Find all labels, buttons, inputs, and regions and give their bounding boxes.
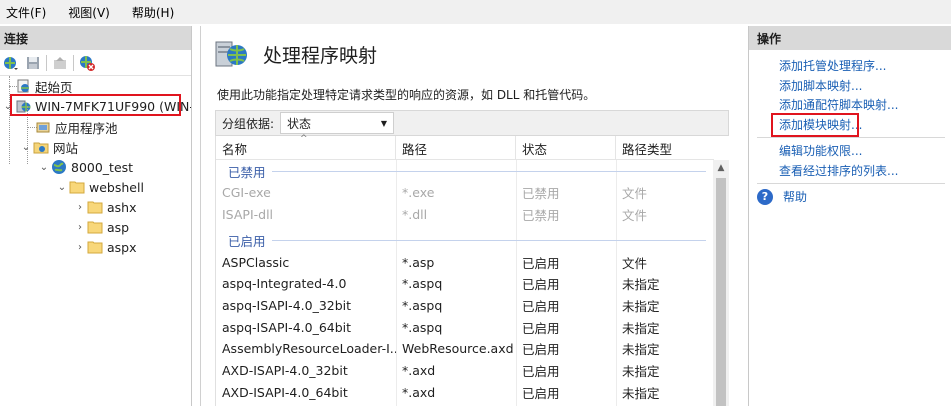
globe-icon — [50, 159, 68, 175]
page-title: 处理程序映射 — [263, 44, 378, 67]
scroll-up-icon[interactable]: ▲ — [713, 160, 729, 176]
content-pane: 处理程序映射 使用此功能指定处理特定请求类型的响应的资源，如 DLL 和托管代码… — [200, 26, 738, 406]
table-row[interactable]: AXD-ISAPI-4.0_64bit *.axd 已启用 未指定 — [216, 382, 714, 404]
chevron-down-icon[interactable]: ⌄ — [38, 162, 50, 173]
folder-icon — [86, 219, 104, 235]
group-header-disabled[interactable]: 已禁用 — [216, 160, 714, 182]
table-body: 已禁用 CGI-exe *.exe 已禁用 文件 ISAPI-dll *.dll… — [216, 160, 714, 403]
connections-toolbar — [0, 50, 191, 76]
group-by-label: 分组依据: — [222, 116, 275, 131]
actions-divider — [757, 137, 945, 138]
add-module-mapping-link[interactable]: 添加模块映射... — [749, 112, 951, 137]
edit-feature-permissions-link[interactable]: 编辑功能权限... — [749, 141, 951, 161]
start-page-icon — [14, 78, 32, 94]
table-header: 名称 ^ 路径 状态 路径类型 — [216, 134, 714, 160]
add-wildcard-script-map-link[interactable]: 添加通配符脚本映射... — [749, 95, 951, 115]
table-row[interactable]: aspq-Integrated-4.0 *.aspq 已启用 未指定 — [216, 273, 714, 295]
save-icon[interactable] — [24, 54, 42, 72]
actions-divider — [757, 183, 945, 184]
help-link[interactable]: ? 帮助 — [749, 187, 951, 207]
chevron-down-icon[interactable]: ⌄ — [56, 182, 68, 193]
group-divider — [271, 170, 706, 172]
folder-icon — [68, 179, 86, 195]
connect-icon[interactable] — [2, 54, 20, 72]
tree-item-site[interactable]: ⌄ 8000_test — [38, 157, 133, 177]
page-description: 使用此功能指定处理特定请求类型的响应的资源，如 DLL 和托管代码。 — [217, 88, 596, 102]
sort-ascending-icon: ^ — [300, 134, 308, 144]
chevron-down-icon[interactable]: ⌄ — [2, 101, 14, 112]
app-pool-icon — [34, 119, 52, 135]
actions-pane: 操作 添加托管处理程序... 添加脚本映射... 添加通配符脚本映射... 添加… — [748, 26, 951, 406]
sites-folder-icon — [32, 139, 50, 155]
folder-icon — [86, 199, 104, 215]
tree-label: asp — [107, 219, 130, 235]
menu-view[interactable]: 视图(V) — [68, 4, 110, 21]
tree-item-webshell[interactable]: ⌄ webshell — [56, 177, 144, 197]
menu-file[interactable]: 文件(F) — [6, 4, 46, 21]
tree-label: aspx — [107, 239, 137, 255]
chevron-right-icon[interactable]: › — [74, 242, 86, 253]
table-row[interactable]: AXD-ISAPI-4.0_32bit *.axd 已启用 未指定 — [216, 360, 714, 382]
group-by-select[interactable]: 状态 ▼ — [280, 112, 395, 134]
tree-label: ashx — [107, 199, 137, 215]
add-script-map-link[interactable]: 添加脚本映射... — [749, 76, 951, 96]
add-managed-handler-link[interactable]: 添加托管处理程序... — [749, 56, 951, 76]
actions-header: 操作 — [749, 26, 951, 50]
page-header: 处理程序映射 — [213, 38, 377, 70]
dropdown-arrow-icon: ▼ — [380, 118, 388, 128]
column-header-path[interactable]: 路径 — [396, 136, 516, 160]
folder-icon — [86, 239, 104, 255]
tree-item-aspx[interactable]: › aspx — [74, 237, 137, 257]
tree-label: webshell — [89, 179, 144, 195]
tree-item-ashx[interactable]: › ashx — [74, 197, 137, 217]
tree-item-start-page[interactable]: 起始页 — [14, 76, 73, 96]
up-level-icon[interactable] — [51, 54, 69, 72]
chevron-right-icon[interactable]: › — [74, 222, 86, 233]
view-ordered-list-link[interactable]: 查看经过排序的列表... — [749, 161, 951, 181]
actions-list: 添加托管处理程序... 添加脚本映射... 添加通配符脚本映射... 添加模块映… — [749, 50, 951, 207]
tree-label: 起始页 — [35, 79, 73, 95]
table-row[interactable]: aspq-ISAPI-4.0_32bit *.aspq 已启用 未指定 — [216, 295, 714, 317]
tree-guide — [9, 76, 10, 164]
toolbar-separator — [73, 54, 74, 71]
table-row[interactable]: aspq-ISAPI-4.0_64bit *.aspq 已启用 未指定 — [216, 316, 714, 338]
tree-item-server[interactable]: ⌄ WIN-7MFK71UF990 (WIN-7 — [2, 96, 192, 116]
tree-label: 网站 — [53, 140, 79, 156]
scrollbar-thumb[interactable] — [716, 178, 726, 406]
tree-label: WIN-7MFK71UF990 (WIN-7 — [35, 98, 192, 114]
table-row[interactable]: AssemblyResourceLoader-I... WebResource.… — [216, 338, 714, 360]
tree-label: 8000_test — [71, 159, 134, 175]
connections-pane: 连接 起始页 ⌄ WIN-7MFK71UF990 (WIN-7 应用程序池 ⌄ … — [0, 26, 192, 406]
column-header-name[interactable]: 名称 ^ — [216, 134, 396, 160]
column-header-state[interactable]: 状态 — [516, 136, 616, 160]
help-icon: ? — [757, 188, 773, 205]
table-row[interactable]: ISAPI-dll *.dll 已禁用 文件 — [216, 204, 714, 226]
column-header-path-type[interactable]: 路径类型 — [616, 136, 714, 160]
tree-item-asp[interactable]: › asp — [74, 217, 129, 237]
chevron-down-icon[interactable]: ⌄ — [20, 142, 32, 153]
tree-item-sites[interactable]: ⌄ 网站 — [20, 137, 78, 157]
server-icon — [14, 98, 32, 114]
tree-item-app-pools[interactable]: 应用程序池 — [34, 117, 118, 137]
handler-table: 名称 ^ 路径 状态 路径类型 已禁用 CGI-exe *.exe 已禁用 文件… — [215, 134, 729, 406]
disconnect-icon[interactable] — [78, 54, 96, 72]
table-row[interactable]: CGI-exe *.exe 已禁用 文件 — [216, 182, 714, 204]
toolbar-separator — [46, 54, 47, 71]
handler-mappings-icon — [213, 38, 249, 70]
connections-header: 连接 — [0, 26, 191, 50]
chevron-right-icon[interactable]: › — [74, 202, 86, 213]
tree-label: 应用程序池 — [55, 120, 118, 136]
group-by-bar: 分组依据: 状态 ▼ — [215, 110, 729, 136]
table-row[interactable]: ASPClassic *.asp 已启用 文件 — [216, 251, 714, 273]
menu-bar: 文件(F) 视图(V) 帮助(H) — [0, 0, 951, 24]
group-by-value: 状态 — [287, 116, 312, 131]
vertical-scrollbar[interactable]: ▲ — [713, 160, 729, 406]
group-divider — [271, 239, 706, 241]
menu-help[interactable]: 帮助(H) — [132, 4, 174, 21]
group-header-enabled[interactable]: 已启用 — [216, 229, 714, 251]
